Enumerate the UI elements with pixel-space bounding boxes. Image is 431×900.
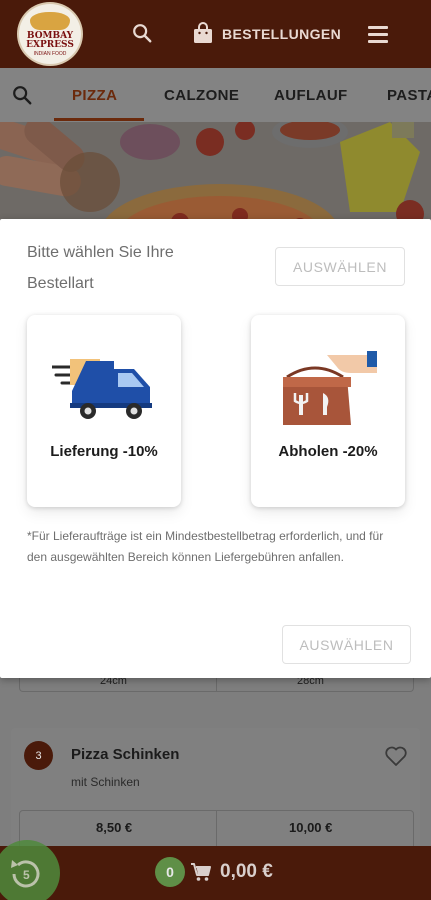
app-header: BOMBAY EXPRESS INDIAN FOOD BESTELLUNGEN <box>0 0 431 68</box>
cart-icon[interactable] <box>190 862 212 882</box>
product-title: Pizza Schinken <box>71 746 180 763</box>
select-button-top[interactable]: AUSWÄHLEN <box>275 247 405 286</box>
price-option-small[interactable]: 8,50 € <box>96 820 132 835</box>
product-number-badge: 3 <box>24 741 53 770</box>
order-type-dialog: Bitte wählen Sie Ihre Bestellart AUSWÄHL… <box>0 219 431 678</box>
cart-total: 0,00 € <box>220 861 273 882</box>
price-options <box>19 810 414 851</box>
svg-text:5: 5 <box>23 868 30 882</box>
category-tabs: PIZZA CALZONE AUFLAUF PASTA <box>0 68 431 122</box>
tab-auflauf[interactable]: AUFLAUF <box>274 87 348 104</box>
logo-line-3: INDIAN FOOD <box>33 50 67 57</box>
cart-bar[interactable] <box>0 846 431 900</box>
product-description: mit Schinken <box>71 775 140 789</box>
hero-food-image <box>0 122 431 222</box>
cart-count-badge: 0 <box>155 857 185 887</box>
shopping-bag-icon[interactable] <box>193 22 213 44</box>
price-option-large[interactable]: 10,00 € <box>289 820 332 835</box>
pickup-option-card[interactable]: Abholen -20% <box>251 315 405 507</box>
delivery-option-label: Lieferung -10% <box>50 443 158 460</box>
tab-pasta[interactable]: PASTA <box>387 87 431 104</box>
menu-icon[interactable] <box>368 26 388 43</box>
tab-pizza[interactable]: PIZZA <box>72 87 117 104</box>
orders-link[interactable]: BESTELLUNGEN <box>222 26 341 42</box>
delivery-truck-icon <box>52 359 152 419</box>
select-button-bottom[interactable]: AUSWÄHLEN <box>282 625 411 664</box>
category-search-icon[interactable] <box>11 84 33 106</box>
pickup-option-label: Abholen -20% <box>278 443 378 460</box>
logo-pizza-graphic <box>30 11 70 30</box>
search-icon[interactable] <box>131 22 153 44</box>
takeaway-bag-icon <box>283 351 377 425</box>
active-tab-indicator <box>54 118 144 121</box>
delivery-option-card[interactable]: Lieferung -10% <box>27 315 181 507</box>
bombay-express-logo[interactable]: BOMBAY EXPRESS INDIAN FOOD <box>17 2 83 66</box>
previous-item-size-row <box>19 678 414 692</box>
tab-calzone[interactable]: CALZONE <box>164 87 239 104</box>
delivery-note: *Für Lieferaufträge ist ein Mindestbeste… <box>27 529 384 564</box>
logo-line-2: EXPRESS <box>26 39 74 50</box>
dialog-title: Bitte wählen Sie Ihre Bestellart <box>27 244 174 292</box>
heart-icon[interactable] <box>384 745 408 767</box>
history-icon: 5 <box>11 860 40 888</box>
